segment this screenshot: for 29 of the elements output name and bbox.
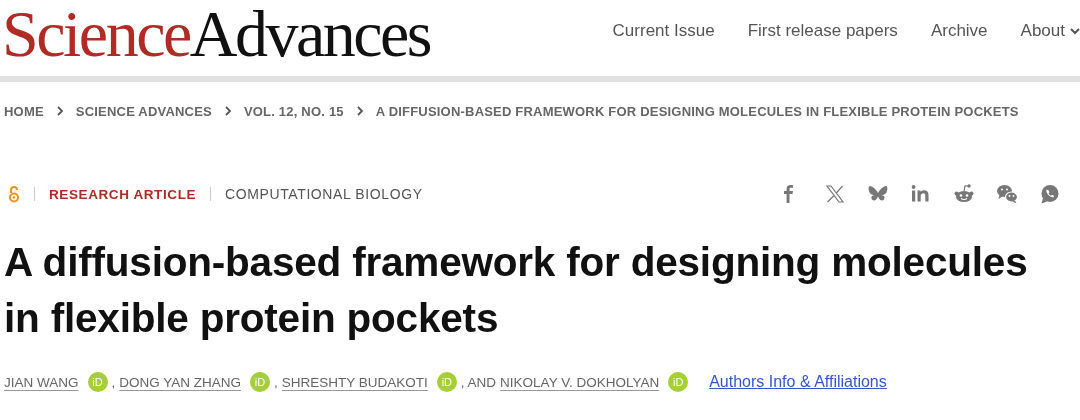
author-link[interactable]: NIKOLAY V. DOKHOLYAN bbox=[500, 374, 660, 390]
reddit-icon[interactable] bbox=[953, 183, 975, 205]
author-separator: , bbox=[111, 374, 116, 390]
article-title: A diffusion-based framework for designing molecules in flexible protein pockets bbox=[4, 238, 1029, 343]
author-link[interactable]: DONG YAN ZHANG bbox=[119, 374, 242, 390]
nav-link[interactable]: Current Issue bbox=[612, 21, 715, 41]
affiliations-link[interactable]: Authors Info & Affiliations bbox=[709, 373, 887, 391]
author-separator: , bbox=[274, 374, 278, 390]
chevron-icon bbox=[55, 106, 64, 116]
author-link[interactable]: JIAN WANG bbox=[4, 374, 79, 390]
linkedin-icon[interactable] bbox=[910, 183, 932, 205]
phone-bubble-icon[interactable] bbox=[1039, 183, 1061, 205]
nav-link[interactable]: Archive bbox=[930, 21, 988, 41]
author-separator: , AND bbox=[460, 374, 497, 390]
breadcrumb-current: A DIFFUSION-BASED FRAMEWORK FOR DESIGNING MOLECULES IN FLEXIBLE PROTEIN POCKETS bbox=[375, 103, 1019, 119]
breadcrumb-link[interactable]: HOME bbox=[4, 103, 44, 119]
open-lock-icon bbox=[8, 185, 20, 203]
breadcrumb-link[interactable]: SCIENCE ADVANCES bbox=[75, 103, 212, 119]
breadcrumb-link[interactable]: VOL. 12, NO. 15 bbox=[243, 103, 344, 119]
article-type: RESEARCH ARTICLE bbox=[49, 186, 197, 202]
nav-link[interactable]: First release papers bbox=[747, 21, 898, 41]
chevron-icon bbox=[223, 106, 232, 116]
subject-link[interactable]: COMPUTATIONAL BIOLOGY bbox=[225, 186, 423, 202]
nav-link[interactable]: About bbox=[1020, 21, 1065, 41]
site-logo[interactable]: ScienceAdvances bbox=[2, 1, 430, 75]
chat-bubbles-icon[interactable] bbox=[996, 183, 1018, 205]
author-link[interactable]: SHRESHTY BUDAKOTI bbox=[281, 374, 428, 390]
chevron-icon bbox=[355, 106, 364, 116]
x-logo-icon[interactable] bbox=[824, 183, 846, 205]
